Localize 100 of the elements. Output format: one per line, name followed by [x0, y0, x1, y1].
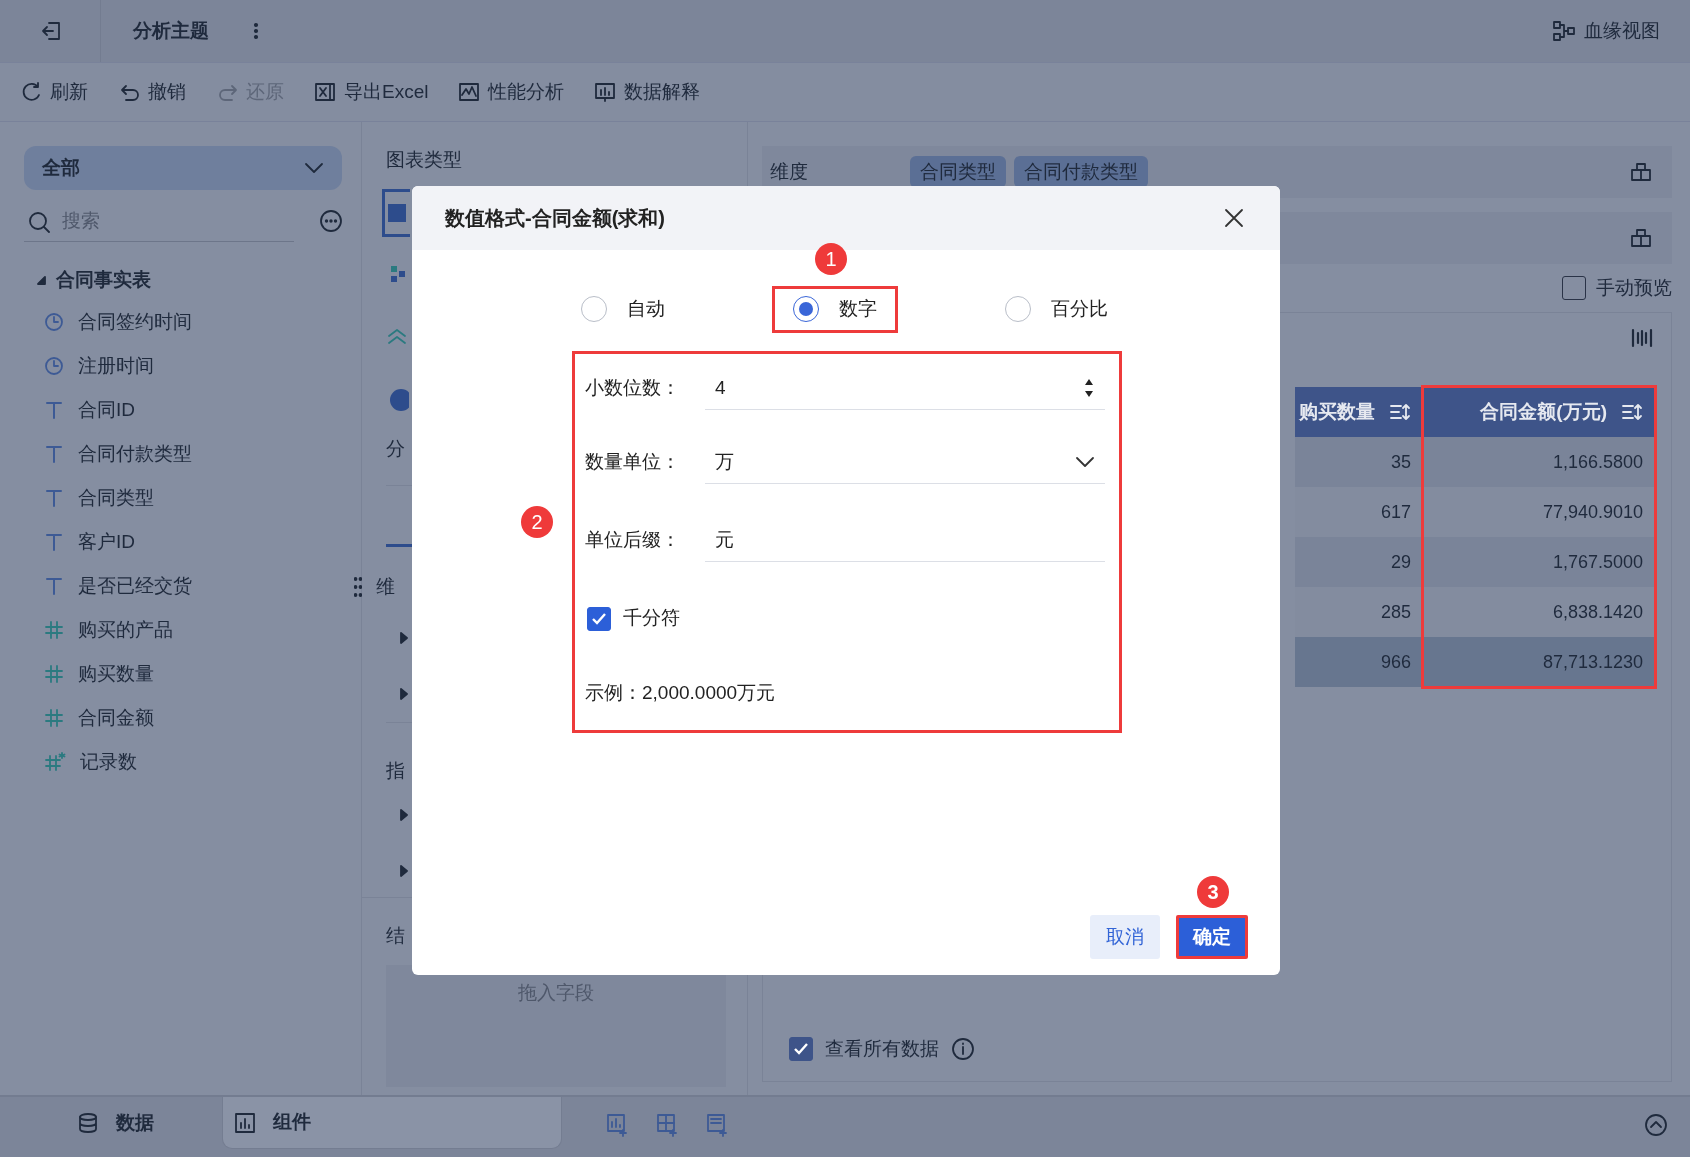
caret-right-icon[interactable]	[400, 865, 408, 877]
layout-icon[interactable]	[1630, 228, 1652, 248]
sort-icon[interactable]	[1621, 402, 1643, 422]
checkbox-label: 千分符	[623, 606, 680, 631]
caret-right-icon[interactable]	[400, 631, 408, 644]
lineage-view-button[interactable]: 血缘视图	[1552, 16, 1660, 46]
collapse-up-icon[interactable]	[1644, 1113, 1668, 1137]
field-label: 数量单位：	[585, 450, 681, 475]
section-label: 分	[386, 436, 406, 461]
column-header[interactable]: 合同金额(万元)	[1423, 387, 1655, 437]
more-icon[interactable]	[253, 22, 259, 40]
checkmark-icon	[591, 611, 607, 626]
suffix-input[interactable]: 元	[705, 519, 1105, 562]
text-type-icon	[44, 444, 64, 464]
text-type-icon	[44, 400, 64, 420]
field-item[interactable]: 合同类型	[24, 476, 343, 520]
section-label: 结	[386, 924, 406, 948]
active-tab-indicator	[386, 544, 412, 547]
format-example: 示例：2,000.0000万元	[585, 681, 777, 706]
spreadsheet-icon	[314, 81, 336, 103]
scope-dropdown[interactable]: 全部	[24, 146, 342, 190]
section-label: 维	[376, 575, 396, 599]
panel-heading: 图表类型	[386, 148, 463, 172]
column-width-icon[interactable]	[1631, 327, 1653, 349]
search-icon	[28, 211, 50, 233]
table-cell: 1,166.5800	[1423, 437, 1655, 487]
field-item[interactable]: 合同金额	[24, 696, 343, 740]
clock-icon	[44, 312, 64, 332]
expanded-triangle-icon[interactable]	[36, 275, 46, 285]
hash-icon	[44, 620, 64, 640]
exit-icon[interactable]	[40, 20, 62, 42]
toolbar-button[interactable]: 性能分析	[458, 77, 565, 107]
callout-badge: 1	[815, 243, 847, 275]
field-value: 元	[715, 527, 734, 552]
bar-chart-icon	[594, 81, 617, 103]
checkbox[interactable]	[1562, 276, 1586, 300]
table-name: 合同事实表	[56, 267, 151, 292]
chart-icon	[458, 81, 481, 103]
column-header[interactable]: 购买数量	[1295, 387, 1423, 437]
text-type-icon	[44, 576, 64, 596]
field-item[interactable]: 注册时间	[24, 344, 343, 388]
hash-icon	[44, 664, 64, 684]
page-title: 分析主题	[133, 18, 209, 43]
field-item[interactable]: 是否已经交货	[24, 564, 343, 608]
text-type-icon	[44, 488, 64, 508]
cancel-button[interactable]: 取消	[1090, 915, 1160, 959]
lineage-icon	[1552, 20, 1576, 42]
field-chip[interactable]: 合同类型	[910, 155, 1006, 189]
field-label: 小数位数：	[585, 376, 681, 401]
caret-right-icon[interactable]	[400, 687, 408, 700]
text-type-icon	[44, 532, 64, 552]
caret-right-icon[interactable]	[400, 809, 408, 821]
toolbar-button[interactable]: 撤销	[118, 77, 186, 107]
layout-icon[interactable]	[1630, 162, 1652, 182]
field-item[interactable]: 客户ID	[24, 520, 343, 564]
bar-chart-icon	[235, 1112, 255, 1133]
spinner-arrows-icon[interactable]	[1083, 377, 1095, 399]
total-cell: 966	[1295, 637, 1423, 687]
toolbar-button[interactable]: 导出Excel	[314, 77, 429, 107]
field-item[interactable]: 购买数量	[24, 652, 343, 696]
unit-select[interactable]: 万	[705, 441, 1105, 484]
drag-handle-icon[interactable]	[354, 577, 362, 598]
table-cell: 1,767.5000	[1423, 537, 1655, 587]
callout-badge: 3	[1197, 876, 1229, 908]
field-item[interactable]: 合同付款类型	[24, 432, 343, 476]
field-item[interactable]: 合同签约时间	[24, 300, 343, 344]
toolbar-button[interactable]: 刷新	[20, 77, 88, 107]
field-item[interactable]: 记录数	[24, 740, 343, 784]
table-cell: 35	[1295, 437, 1423, 487]
radio-option[interactable]: 百分比	[984, 286, 1129, 333]
table-cell: 29	[1295, 537, 1423, 587]
database-icon	[78, 1112, 98, 1134]
checkbox[interactable]	[587, 606, 611, 631]
clock-icon	[44, 356, 64, 376]
checkbox[interactable]	[789, 1036, 813, 1061]
total-cell: 87,713.1230	[1423, 637, 1655, 687]
dimension-label: 维度	[769, 159, 809, 184]
number-input[interactable]: 4	[705, 367, 1105, 410]
sort-icon[interactable]	[1389, 402, 1411, 422]
field-value: 万	[715, 449, 734, 474]
toolbar-button[interactable]: 数据解释	[594, 77, 701, 107]
chart-type-tile[interactable]	[382, 188, 410, 237]
field-item[interactable]: 合同ID	[24, 388, 343, 432]
hash-icon	[44, 708, 64, 728]
refresh-icon	[20, 81, 42, 103]
checkbox-label: 查看所有数据	[825, 1036, 939, 1061]
chevron-down-icon	[1075, 456, 1095, 468]
checkmark-icon	[793, 1041, 809, 1056]
bottom-tab[interactable]: 组件	[222, 1097, 562, 1149]
dialog-title: 数值格式-合同金额(求和)	[445, 206, 665, 231]
hash-asterisk-icon	[44, 752, 66, 772]
field-chip[interactable]: 合同付款类型	[1014, 155, 1148, 189]
close-icon[interactable]	[1224, 208, 1244, 228]
field-label: 单位后缀：	[585, 528, 681, 553]
section-label: 指	[386, 758, 406, 783]
field-item[interactable]: 购买的产品	[24, 608, 343, 652]
radio-option[interactable]: 自动	[560, 286, 686, 333]
more-options-icon[interactable]	[320, 210, 342, 232]
chevron-down-icon	[304, 162, 324, 174]
bottom-tab[interactable]: 数据	[72, 1097, 222, 1149]
